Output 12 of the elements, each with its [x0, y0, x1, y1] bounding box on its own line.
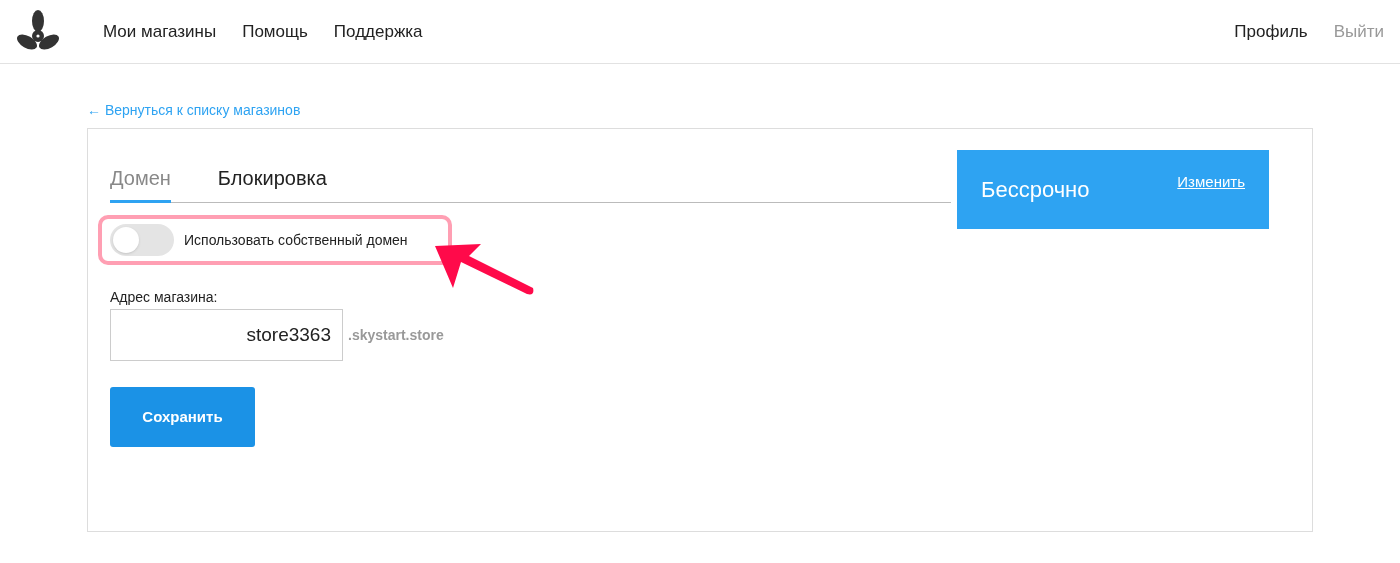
domain-suffix: .skystart.store [348, 325, 444, 345]
nav-link[interactable]: Профиль [1234, 18, 1308, 45]
address-field[interactable]: store3363 [110, 309, 343, 361]
toggle-label: Использовать собственный домен [184, 230, 408, 250]
field-label: Адрес магазина: [110, 288, 219, 307]
tab[interactable]: Домен [110, 163, 171, 203]
nav-link[interactable]: Помощь [242, 18, 308, 45]
plan-title: Бессрочно [981, 176, 1090, 204]
toggle-switch[interactable] [110, 224, 174, 256]
nav-link[interactable]: Мои магазины [103, 18, 217, 45]
nav-link[interactable]: Поддержка [333, 18, 423, 45]
tab[interactable]: Блокировка [217, 163, 327, 203]
